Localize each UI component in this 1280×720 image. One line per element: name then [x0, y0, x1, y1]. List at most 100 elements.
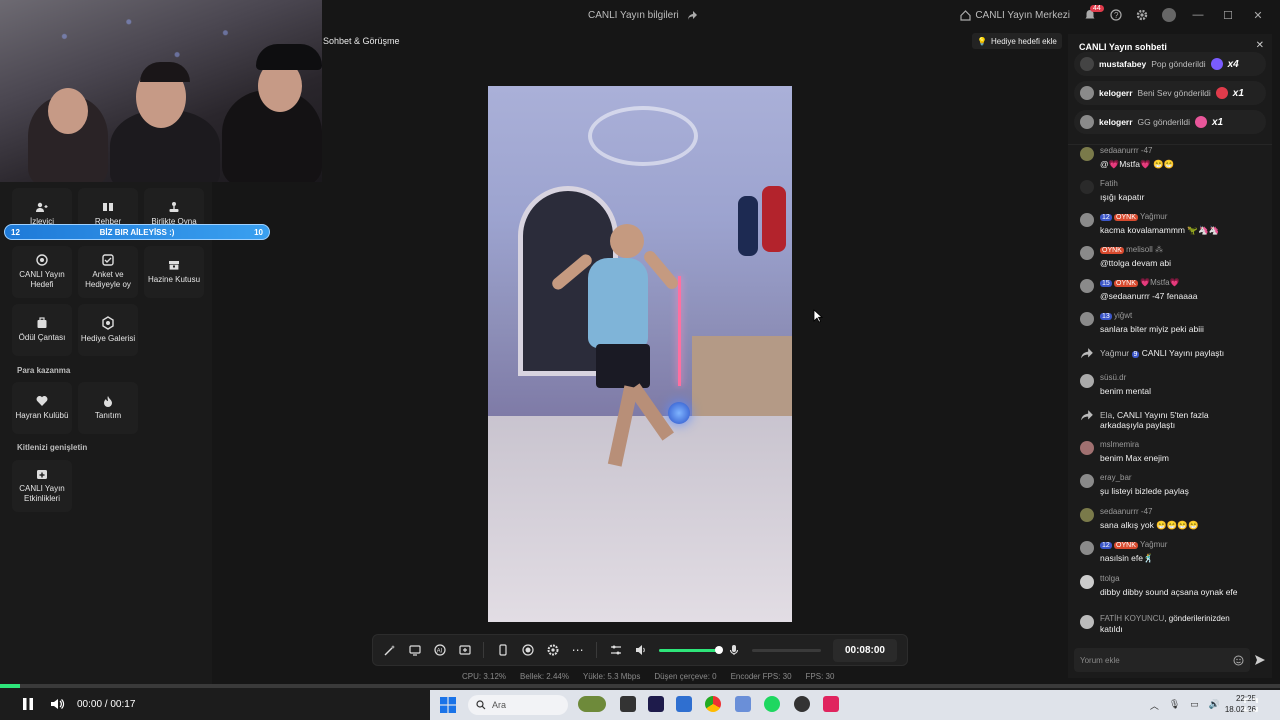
tile-live-goal[interactable]: CANLI Yayın Hedefi: [12, 246, 72, 298]
notification-button[interactable]: 44: [1084, 5, 1104, 21]
phone-icon[interactable]: [496, 643, 509, 657]
family-bar-label: BİZ BIR AİLEYİSS :): [99, 227, 175, 237]
chat-text: kacma kovalamammm 🦖🦄🦄: [1100, 225, 1220, 235]
chat-text: dibby dibby sound açsana oynak efe: [1100, 587, 1238, 597]
tile-reward-bag[interactable]: Ödül Çantası: [12, 304, 72, 356]
more-icon[interactable]: ⋯: [571, 643, 584, 657]
taskbar-search[interactable]: Ara: [468, 695, 568, 715]
stat-dropped-frames: Düşen çerçeve: 0: [654, 672, 717, 681]
after-effects-icon[interactable]: [648, 696, 664, 712]
add-source-icon[interactable]: [458, 643, 471, 657]
emoji-icon[interactable]: [1233, 655, 1244, 666]
fullscreen-icon[interactable]: [1244, 698, 1258, 712]
tile-label: Tanıtım: [94, 411, 122, 420]
maximize-button[interactable]: ☐: [1220, 9, 1236, 22]
tile-fan-club[interactable]: Hayran Kulübü: [12, 382, 72, 434]
tile-promote[interactable]: Tanıtım: [78, 382, 138, 434]
tile-treasure-box[interactable]: Hazine Kutusu: [144, 246, 204, 298]
chat-call-label[interactable]: Sohbet & Görüşme: [323, 36, 400, 46]
viewers-icon: [36, 202, 48, 212]
gear-icon[interactable]: [1136, 9, 1148, 21]
family-bar-left-count: 12: [11, 227, 20, 237]
share-icon: [1081, 410, 1093, 421]
mouse-cursor-icon: [813, 309, 823, 323]
chat-text: @ttolga devam abi: [1100, 258, 1172, 268]
avatar[interactable]: [1162, 8, 1176, 22]
mic-tray-icon[interactable]: 🎙: [1169, 699, 1180, 712]
chat-username: Fatih: [1100, 179, 1118, 188]
chat-text: nasılsin efe🕺: [1100, 553, 1154, 563]
record-icon[interactable]: [521, 643, 534, 657]
pause-icon[interactable]: [21, 696, 35, 712]
tile-label: Hayran Kulübü: [15, 411, 69, 420]
chrome-icon[interactable]: [705, 696, 721, 712]
tile-label: CANLI Yayın Hedefi: [19, 270, 65, 289]
send-icon[interactable]: [1254, 654, 1266, 666]
playback-time: 00:00 / 00:17: [77, 699, 136, 710]
chat-username: OYNK melisoll ⁂: [1100, 245, 1163, 254]
settings-app-icon[interactable]: [735, 696, 751, 712]
help-icon[interactable]: ?: [1110, 9, 1122, 21]
search-icon: [476, 700, 486, 710]
tile-label: Anket ve Hediyeyle oy: [85, 270, 131, 289]
spotify-icon[interactable]: [764, 696, 780, 712]
gift-text: GG gönderildi: [1137, 117, 1190, 127]
widgets-icon[interactable]: [578, 696, 606, 712]
chat-text: ışığı kapatır: [1100, 192, 1145, 202]
live-center-label: CANLI Yayın Merkezi: [975, 9, 1070, 21]
avatar: [1080, 541, 1094, 555]
sliders-icon[interactable]: [609, 643, 622, 657]
avatar: [1080, 57, 1094, 71]
speaker-tray-icon[interactable]: 🔊: [1209, 699, 1220, 712]
close-button[interactable]: ✕: [1250, 9, 1266, 22]
system-action: CANLI Yayını paylaştı: [1141, 348, 1225, 358]
username: FATİH KOYUNCU: [1100, 614, 1165, 623]
add-gift-goal-button[interactable]: 💡 Hediye hedefi ekle: [972, 33, 1062, 49]
username: Yağmur: [1139, 212, 1168, 221]
tile-poll-vote[interactable]: Anket ve Hediyeyle oy: [78, 246, 138, 298]
volume-slider[interactable]: [659, 645, 724, 654]
close-icon[interactable]: ✕: [1256, 40, 1264, 51]
minimize-button[interactable]: —: [1190, 9, 1206, 21]
obs-icon[interactable]: [794, 696, 810, 712]
chat-username: 12 OYNK Yağmur: [1100, 212, 1167, 221]
ai-icon[interactable]: AI: [433, 643, 446, 657]
stat-fps: FPS: 30: [805, 672, 835, 681]
system-action-cont: arkadaşıyla paylaştı: [1100, 420, 1176, 430]
tiktok-icon[interactable]: [823, 696, 839, 712]
chat-username: ttolga: [1100, 574, 1120, 583]
avatar: [1080, 374, 1094, 388]
search-placeholder: Ara: [492, 700, 507, 710]
avatar: [1080, 312, 1094, 326]
outlook-icon[interactable]: [676, 696, 692, 712]
display-icon[interactable]: ▭: [1190, 699, 1199, 712]
volume-icon[interactable]: [49, 696, 65, 712]
screen-add-icon[interactable]: [408, 643, 421, 657]
avatar: [1080, 474, 1094, 488]
chat-text: benim mental: [1100, 386, 1152, 396]
divider: [483, 642, 485, 658]
comment-input[interactable]: Yorum ekle: [1074, 648, 1250, 672]
mic-slider[interactable]: [752, 648, 821, 652]
fan-badge: OYNK: [1100, 247, 1124, 254]
stream-info-button[interactable]: CANLI Yayın bilgileri: [588, 10, 698, 21]
microphone-icon[interactable]: [727, 643, 740, 657]
tile-label: Ödül Çantası: [18, 333, 66, 342]
system-tray: ︿ 🎙 ▭ 🔊: [1150, 699, 1220, 712]
chevron-up-icon[interactable]: ︿: [1150, 699, 1159, 712]
stat-memory: Bellek: 2.44%: [520, 672, 569, 681]
magic-wand-icon[interactable]: [383, 643, 396, 657]
home-icon: [960, 9, 971, 21]
capture-icon[interactable]: [546, 643, 559, 657]
windows-start-icon[interactable]: [440, 697, 456, 713]
chat-username: eray_bar: [1100, 473, 1132, 482]
username: 💗Mstfa💗: [1140, 278, 1180, 287]
file-explorer-icon[interactable]: [620, 696, 636, 712]
live-center-button[interactable]: CANLI Yayın Merkezi: [960, 10, 1070, 21]
poll-icon: [102, 254, 114, 266]
gift-text: Pop gönderildi: [1151, 59, 1206, 69]
tile-gift-gallery[interactable]: Hediye Galerisi: [78, 304, 138, 356]
speaker-icon[interactable]: [634, 643, 647, 657]
family-goal-bar[interactable]: 12 BİZ BIR AİLEYİSS :) 10: [4, 224, 270, 240]
tile-live-events[interactable]: CANLI Yayın Etkinlikleri: [12, 460, 72, 512]
